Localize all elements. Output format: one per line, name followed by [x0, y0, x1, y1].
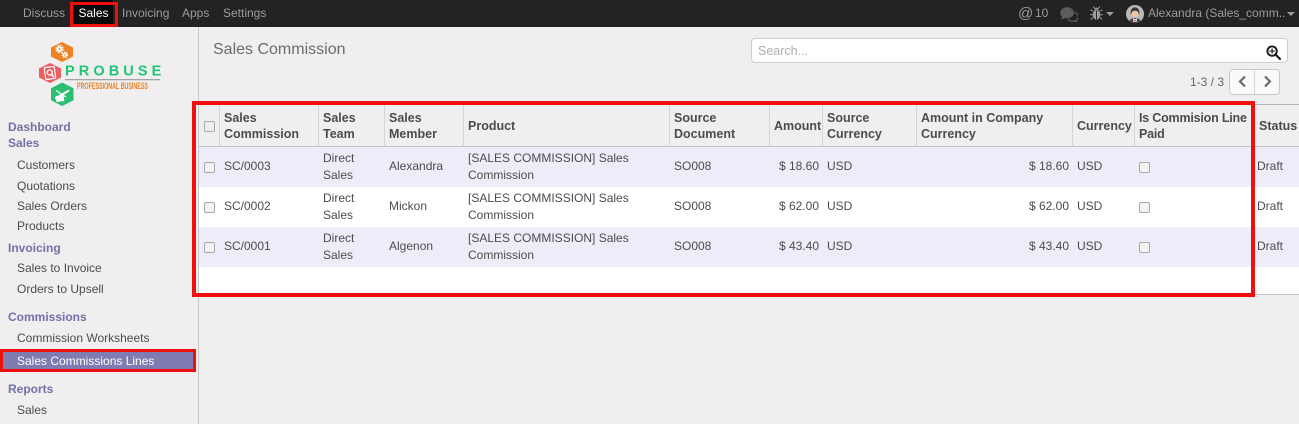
- svg-text:PROBUSE: PROBUSE: [65, 64, 165, 80]
- svg-text:PROFESSIONAL BUSINESS: PROFESSIONAL BUSINESS: [77, 81, 148, 91]
